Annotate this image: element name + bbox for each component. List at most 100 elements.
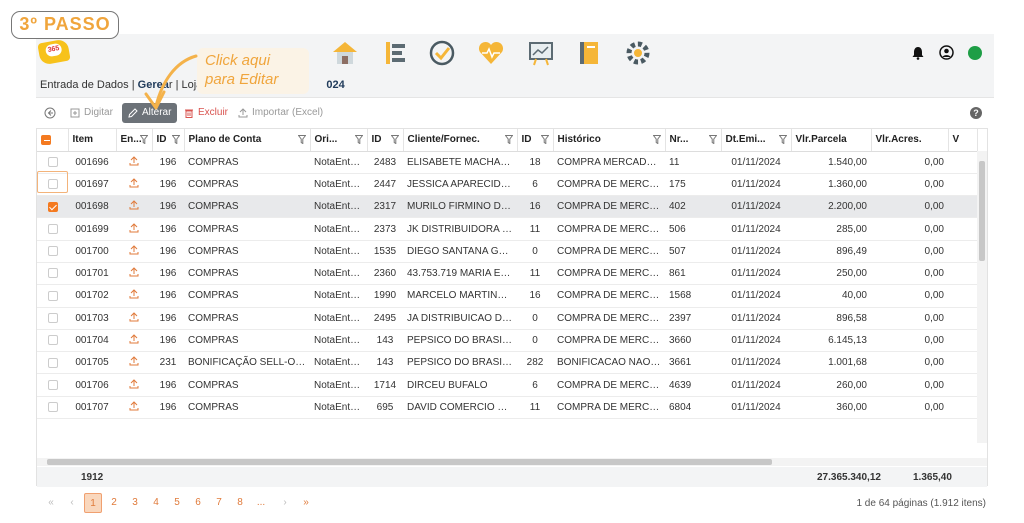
next-page-button[interactable]: › xyxy=(276,493,294,513)
col-cliente[interactable]: Cliente/Fornec. xyxy=(403,129,518,152)
list-icon[interactable] xyxy=(380,39,410,67)
page-button[interactable]: ... xyxy=(252,493,270,513)
filter-icon[interactable] xyxy=(139,135,148,144)
table-row[interactable]: 001703 196 COMPRAS NotaEntra... 2495 JA DISTR… xyxy=(37,307,977,330)
vertical-scrollbar[interactable] xyxy=(977,151,987,443)
table-row[interactable]: 001705 231 BONIFICAÇÃO SELL-OUT NotaEntra..… xyxy=(37,351,977,375)
filter-icon[interactable] xyxy=(171,135,180,144)
page-button[interactable]: 3 xyxy=(126,493,144,513)
table-row[interactable]: 001699 196 COMPRAS NotaEntra... 2373 JK DISTR… xyxy=(37,217,977,241)
filter-icon[interactable] xyxy=(540,135,549,144)
upload-icon xyxy=(238,108,248,118)
page-button[interactable]: 2 xyxy=(105,493,123,513)
heart-pulse-icon[interactable] xyxy=(476,39,506,67)
col-nr[interactable]: Nr... xyxy=(665,129,722,152)
col-vlr-acres[interactable]: Vlr.Acres. xyxy=(871,129,949,152)
cell-vlr-acres: 0,00 xyxy=(871,307,948,330)
horizontal-scroll-thumb[interactable] xyxy=(47,459,772,465)
col-origem[interactable]: Ori... xyxy=(310,129,368,152)
bell-icon[interactable] xyxy=(911,46,925,60)
cell-id-hist: 282 xyxy=(517,351,553,375)
col-id-hist[interactable]: ID xyxy=(517,129,554,152)
row-checkbox[interactable] xyxy=(47,313,58,324)
filter-icon[interactable] xyxy=(778,135,787,144)
row-checkbox[interactable] xyxy=(47,290,58,301)
upload-icon[interactable] xyxy=(129,200,139,210)
col-id[interactable]: ID xyxy=(152,129,185,152)
gear-icon[interactable] xyxy=(623,39,653,67)
home-icon[interactable] xyxy=(330,39,360,67)
filter-icon[interactable] xyxy=(504,135,513,144)
table-row[interactable]: 001698 196 COMPRAS NotaEntra... 2317 MURILO F… xyxy=(37,195,977,219)
upload-icon[interactable] xyxy=(129,289,139,299)
col-historico-label: Histórico xyxy=(557,134,601,146)
cell-vlr-acres: 0,00 xyxy=(871,284,948,308)
page-button[interactable]: 8 xyxy=(231,493,249,513)
upload-icon[interactable] xyxy=(129,378,139,389)
upload-icon[interactable] xyxy=(129,334,139,344)
row-checkbox[interactable] xyxy=(47,402,58,413)
filter-icon[interactable] xyxy=(297,135,306,144)
table-row[interactable]: 001707 196 COMPRAS NotaEntra... 695 DAVID COM… xyxy=(37,396,977,420)
table-row[interactable]: 001700 196 COMPRAS NotaEntra... 1535 DIEGO SA… xyxy=(37,240,977,263)
cell-item: 001704 xyxy=(68,329,116,353)
prev-page-button[interactable]: ‹ xyxy=(63,493,81,513)
filter-icon[interactable] xyxy=(708,135,717,144)
upload-icon[interactable] xyxy=(129,312,139,322)
digitar-button[interactable]: Digitar xyxy=(70,103,113,123)
page-button[interactable]: 4 xyxy=(147,493,165,513)
upload-icon[interactable] xyxy=(129,155,139,166)
notebook-icon[interactable] xyxy=(575,39,605,67)
cell-cliente: MURILO FIRMINO DE OL... xyxy=(403,195,517,219)
col-dt-emissao[interactable]: Dt.Emi... xyxy=(721,129,792,152)
upload-icon[interactable] xyxy=(129,245,139,255)
upload-icon[interactable] xyxy=(129,401,139,411)
table-row[interactable]: 001701 196 COMPRAS NotaEntra... 2360 43.753.7… xyxy=(37,262,977,286)
app-logo[interactable]: 365 xyxy=(37,38,71,66)
page-button[interactable]: 6 xyxy=(189,493,207,513)
select-all-checkbox[interactable] xyxy=(37,129,69,152)
filter-icon[interactable] xyxy=(652,135,661,144)
chart-board-icon[interactable] xyxy=(526,39,556,67)
user-icon[interactable] xyxy=(939,45,954,60)
horizontal-scrollbar[interactable] xyxy=(37,458,987,466)
row-checkbox[interactable] xyxy=(47,201,58,212)
col-en[interactable]: En... xyxy=(116,129,153,152)
first-page-button[interactable]: « xyxy=(42,493,60,513)
row-checkbox[interactable] xyxy=(47,379,58,390)
row-checkbox[interactable] xyxy=(47,246,58,257)
col-item[interactable]: Item xyxy=(68,129,117,152)
vertical-scroll-thumb[interactable] xyxy=(979,161,985,261)
row-checkbox[interactable] xyxy=(47,357,58,368)
page-button[interactable]: 7 xyxy=(210,493,228,513)
help-icon[interactable]: ? xyxy=(970,107,982,119)
table-row[interactable]: 001706 196 COMPRAS NotaEntra... 1714 DIRCEU B… xyxy=(37,373,977,397)
table-row[interactable]: 001696 196 COMPRAS NotaEntra... 2483 ELISABET… xyxy=(37,151,977,174)
cell-id: 196 xyxy=(152,307,184,330)
row-checkbox[interactable] xyxy=(47,157,58,167)
col-historico[interactable]: Histórico xyxy=(553,129,666,152)
table-row[interactable]: 001697 196 COMPRAS NotaEntra... 2447 JESSICA … xyxy=(37,173,977,197)
last-page-button[interactable]: » xyxy=(297,493,315,513)
filter-icon[interactable] xyxy=(390,135,399,144)
page-button[interactable]: 5 xyxy=(168,493,186,513)
upload-icon[interactable] xyxy=(129,178,139,188)
table-row[interactable]: 001702 196 COMPRAS NotaEntra... 1990 MARCELO … xyxy=(37,284,977,308)
row-checkbox[interactable] xyxy=(47,335,58,346)
cell-nr: 2397 xyxy=(665,307,721,330)
col-vlr-parcela[interactable]: Vlr.Parcela xyxy=(791,129,872,152)
upload-icon[interactable] xyxy=(129,222,139,233)
upload-icon[interactable] xyxy=(129,267,139,277)
check-circle-icon[interactable] xyxy=(427,39,457,67)
col-id-cliente[interactable]: ID xyxy=(367,129,404,152)
filter-icon[interactable] xyxy=(354,135,363,144)
page-button[interactable]: 1 xyxy=(84,493,102,513)
importar-button[interactable]: Importar (Excel) xyxy=(238,103,323,123)
col-plano[interactable]: Plano de Conta xyxy=(184,129,311,152)
row-checkbox[interactable] xyxy=(47,223,58,234)
row-checkbox[interactable] xyxy=(47,268,58,279)
back-icon[interactable] xyxy=(44,107,56,119)
table-row[interactable]: 001704 196 COMPRAS NotaEntra... 143 PEPSICO D… xyxy=(37,329,977,353)
col-v[interactable]: V xyxy=(948,129,978,152)
upload-icon[interactable] xyxy=(129,356,139,366)
